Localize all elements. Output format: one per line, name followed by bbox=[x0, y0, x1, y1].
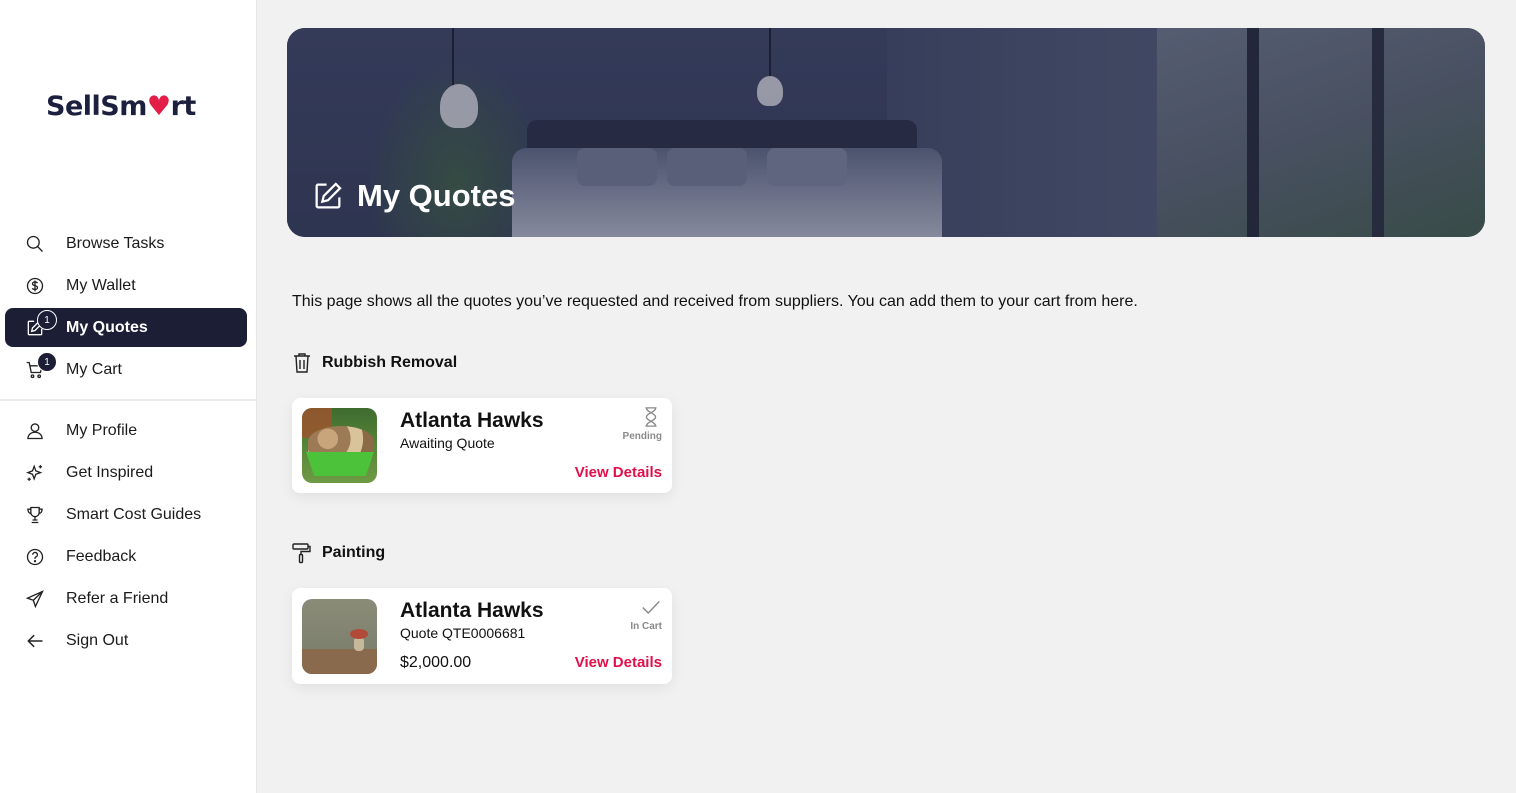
sparkle-icon bbox=[24, 462, 46, 484]
sidebar-item-label: Get Inspired bbox=[66, 463, 154, 481]
supplier-name: Atlanta Hawks bbox=[400, 409, 544, 432]
cart-count-badge: 1 bbox=[37, 352, 57, 372]
status-label: In Cart bbox=[630, 621, 662, 632]
sidebar-item-my-cart[interactable]: 1 My Cart bbox=[5, 350, 247, 389]
sellsmart-logo[interactable]: SellSm ♥ rt bbox=[46, 88, 196, 124]
sidebar-item-feedback[interactable]: Feedback bbox=[5, 537, 247, 576]
quote-thumbnail bbox=[302, 408, 377, 483]
sidebar-item-label: Browse Tasks bbox=[66, 234, 165, 252]
sidebar-item-smart-cost-guides[interactable]: Smart Cost Guides bbox=[5, 495, 247, 534]
quote-price: $2,000.00 bbox=[400, 654, 472, 671]
quote-number: Quote QTE0006681 bbox=[400, 625, 526, 641]
quote-thumbnail bbox=[302, 599, 377, 674]
sidebar-item-refer-a-friend[interactable]: Refer a Friend bbox=[5, 579, 247, 618]
page-title-text: My Quotes bbox=[357, 178, 516, 213]
sidebar-item-label: My Cart bbox=[66, 360, 122, 378]
quote-status-text: Awaiting Quote bbox=[400, 435, 495, 451]
check-icon bbox=[642, 600, 660, 615]
sidebar-item-label: Smart Cost Guides bbox=[66, 505, 202, 523]
sidebar-item-label: My Quotes bbox=[66, 318, 148, 336]
page-title: My Quotes bbox=[311, 178, 515, 214]
sidebar-item-label: My Wallet bbox=[66, 276, 136, 294]
sidebar-item-label: Feedback bbox=[66, 547, 137, 565]
secondary-nav: My Profile Get Inspired Smart Cost Guide… bbox=[5, 411, 247, 663]
sidebar-item-label: Refer a Friend bbox=[66, 589, 169, 607]
section-title: Rubbish Removal bbox=[322, 354, 458, 371]
edit-icon bbox=[315, 182, 342, 209]
quote-card: Atlanta Hawks Awaiting Quote Pending Vie… bbox=[292, 398, 672, 493]
trash-icon bbox=[294, 353, 310, 373]
section-heading-painting: Painting bbox=[292, 542, 385, 564]
logo-text-part2: rt bbox=[170, 90, 197, 122]
sidebar-item-sign-out[interactable]: Sign Out bbox=[5, 621, 247, 660]
dollar-icon bbox=[24, 275, 46, 297]
hero-banner: My Quotes bbox=[287, 28, 1485, 237]
trophy-icon bbox=[24, 504, 46, 526]
logo-text-part1: SellSm bbox=[46, 90, 147, 122]
main-nav: Browse Tasks My Wallet 1 My Quotes 1 My … bbox=[5, 224, 247, 392]
arrow-left-icon bbox=[24, 630, 46, 652]
send-icon bbox=[24, 588, 46, 610]
view-details-link[interactable]: View Details bbox=[575, 464, 662, 481]
logo-heart: ♥ bbox=[146, 90, 171, 122]
section-heading-rubbish-removal: Rubbish Removal bbox=[292, 352, 457, 374]
supplier-name: Atlanta Hawks bbox=[400, 599, 544, 622]
sidebar-item-label: My Profile bbox=[66, 421, 138, 439]
question-icon bbox=[24, 546, 46, 568]
sidebar-item-my-profile[interactable]: My Profile bbox=[5, 411, 247, 450]
quotes-count-badge: 1 bbox=[37, 310, 57, 330]
sidebar-item-browse-tasks[interactable]: Browse Tasks bbox=[5, 224, 247, 263]
section-title: Painting bbox=[322, 544, 386, 561]
nav-divider bbox=[0, 399, 257, 401]
quote-card: Atlanta Hawks Quote QTE0006681 $2,000.00… bbox=[292, 588, 672, 684]
user-icon bbox=[24, 420, 46, 442]
sidebar-item-my-wallet[interactable]: My Wallet bbox=[5, 266, 247, 305]
status-label: Pending bbox=[622, 431, 662, 442]
sidebar-item-get-inspired[interactable]: Get Inspired bbox=[5, 453, 247, 492]
status-badge: Pending bbox=[623, 406, 662, 442]
hourglass-icon bbox=[645, 407, 657, 427]
paint-roller-icon bbox=[292, 543, 311, 564]
intro-text: This page shows all the quotes you’ve re… bbox=[292, 293, 1138, 310]
sidebar: SellSm ♥ rt Browse Tasks My Wallet 1 My Qu… bbox=[0, 0, 257, 793]
sidebar-item-my-quotes[interactable]: 1 My Quotes bbox=[5, 308, 247, 347]
view-details-link[interactable]: View Details bbox=[575, 654, 662, 671]
sidebar-item-label: Sign Out bbox=[66, 631, 129, 649]
search-icon bbox=[24, 233, 46, 255]
status-badge: In Cart bbox=[630, 596, 662, 632]
